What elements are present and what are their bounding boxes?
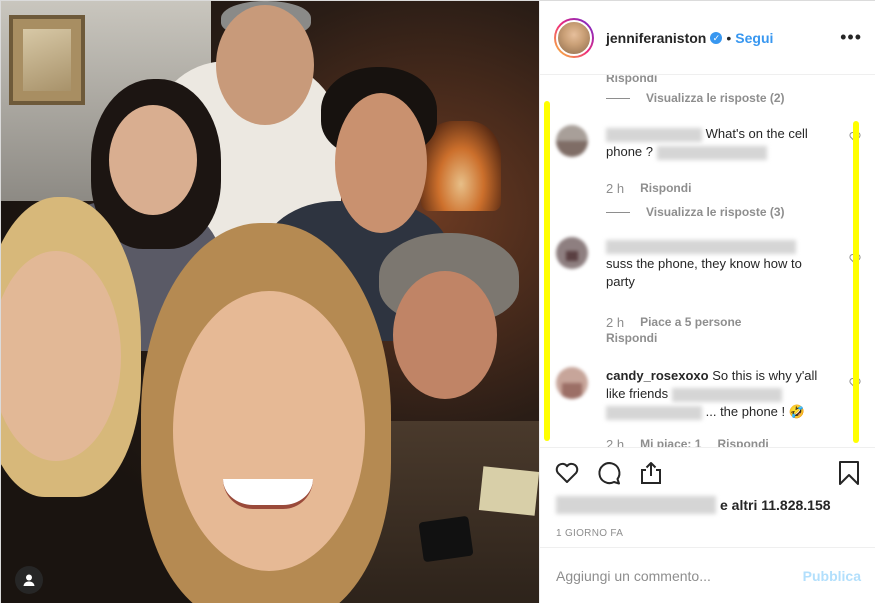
comment-input[interactable]: Aggiungi un commento... <box>556 568 711 584</box>
reply-button[interactable]: Rispondi <box>640 181 691 196</box>
comment-text: candy_rosexoxo So this is why y'all like… <box>606 367 836 421</box>
redacted-mention <box>671 387 782 402</box>
comment-time: 2 h <box>606 437 625 447</box>
redacted-username <box>606 127 702 142</box>
view-replies-label: Visualizza le risposte (2) <box>646 91 785 105</box>
bookmark-icon <box>839 461 859 485</box>
person-6-face <box>173 291 365 571</box>
comment-avatar[interactable] <box>556 367 588 399</box>
comment-meta: 2 h Rispondi <box>606 181 691 196</box>
user-tags-button[interactable] <box>15 566 43 594</box>
post-date: 1 GIORNO FA <box>556 528 624 539</box>
comment-meta: 2 h Mi piace: 1 Rispondi <box>606 437 769 447</box>
photo-wall-frame <box>9 15 85 105</box>
comment-text-part: phone ? <box>606 144 653 159</box>
verified-badge-icon: ✓ <box>710 31 723 44</box>
comment-meta: 2 h Piace a 5 persone <box>606 315 741 330</box>
redacted-mention <box>656 145 767 160</box>
view-replies-line <box>606 97 630 99</box>
action-icons <box>554 460 664 486</box>
redacted-mention <box>606 405 702 420</box>
post-actions: e altri 11.828.158 1 GIORNO FA <box>540 447 875 547</box>
reply-button[interactable]: Rispondi <box>606 75 657 85</box>
comment-meta: Rispondi <box>606 331 657 345</box>
person-4-face <box>393 271 497 399</box>
comment-item: candy_rosexoxo So this is why y'all like… <box>556 367 861 447</box>
instagram-post: jenniferaniston ✓ • Segui ••• Rispondi V… <box>0 0 875 603</box>
comment-likes[interactable]: Mi piace: 1 <box>640 437 701 447</box>
comment-text: What's on the cell phone ? <box>606 125 826 161</box>
comment-text-part: suss the phone, they know how to party <box>606 256 802 289</box>
like-heart-icon[interactable] <box>554 460 580 486</box>
comment-text-part: ... the phone ! 🤣 <box>705 404 805 419</box>
view-replies-label: Visualizza le risposte (3) <box>646 205 785 219</box>
photo-card <box>478 466 539 516</box>
username-link[interactable]: jenniferaniston <box>606 30 706 46</box>
add-comment-bar: Aggiungi un commento... Pubblica <box>540 547 875 603</box>
highlight-mark-left <box>544 101 550 441</box>
comment-text: suss the phone, they know how to party <box>606 237 826 291</box>
frame-art <box>23 29 71 91</box>
highlight-mark-right <box>853 121 859 443</box>
comment-text-part: What's on the cell <box>705 126 808 141</box>
share-icon[interactable] <box>638 460 664 486</box>
comment-bubble-icon[interactable] <box>596 460 622 486</box>
comment-item: suss the phone, they know how to party 2… <box>556 237 861 347</box>
avatar-image <box>556 19 592 56</box>
comment-author[interactable]: candy_rosexoxo <box>606 368 709 383</box>
comment-avatar-image <box>556 125 588 157</box>
redacted-username <box>606 239 796 254</box>
person-3-face <box>335 93 427 233</box>
view-replies-line <box>606 211 630 213</box>
user-tag-icon <box>23 574 35 586</box>
comment-likes[interactable]: Piace a 5 persone <box>640 315 741 330</box>
post-side-panel: jenniferaniston ✓ • Segui ••• Rispondi V… <box>539 1 875 603</box>
photo-phone <box>418 515 474 563</box>
comment-avatar[interactable] <box>556 125 588 157</box>
reply-button[interactable]: Rispondi <box>606 331 657 345</box>
comment-time: 2 h <box>606 315 625 330</box>
more-options-icon[interactable]: ••• <box>840 27 862 48</box>
follow-button[interactable]: Segui <box>735 30 773 46</box>
post-photo[interactable] <box>1 1 539 603</box>
person-1-face <box>216 5 314 125</box>
comment-avatar-image <box>556 367 588 399</box>
header-separator: • <box>726 29 732 46</box>
reply-button[interactable]: Rispondi <box>717 437 768 447</box>
avatar[interactable] <box>554 17 594 58</box>
view-replies-button[interactable]: Visualizza le risposte (3) <box>606 205 785 219</box>
redacted-likers <box>556 496 716 514</box>
likes-count-label: e altri 11.828.158 <box>720 497 831 513</box>
comment-avatar-image <box>556 237 588 269</box>
comment-avatar[interactable] <box>556 237 588 269</box>
comment-time: 2 h <box>606 181 625 196</box>
view-replies-button[interactable]: Visualizza le risposte (2) <box>606 91 785 105</box>
person-2-face <box>109 105 197 215</box>
comments-list[interactable]: Rispondi Visualizza le risposte (2) What… <box>540 75 875 447</box>
comment-item: What's on the cell phone ? 2 h Rispondi … <box>556 125 861 235</box>
post-header: jenniferaniston ✓ • Segui ••• <box>540 1 875 75</box>
likes-count[interactable]: e altri 11.828.158 <box>556 496 831 514</box>
save-post-button[interactable] <box>837 460 861 486</box>
publish-button[interactable]: Pubblica <box>803 568 861 584</box>
